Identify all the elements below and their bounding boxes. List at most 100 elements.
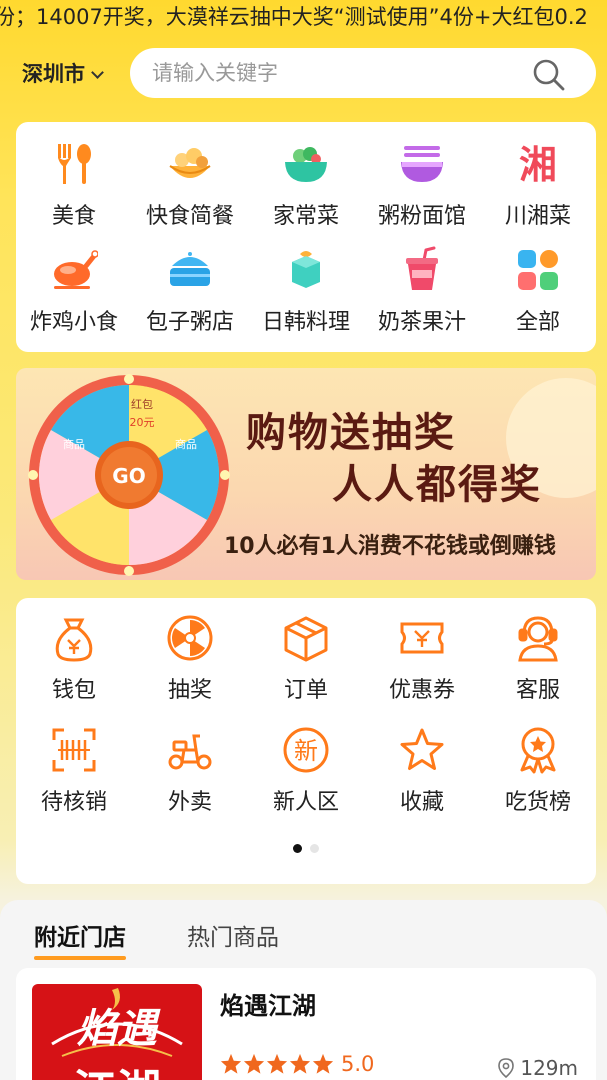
services-row-2: 待核销 外卖 新 新人区 收藏 吃货榜 bbox=[16, 726, 596, 816]
category-noodles[interactable]: 粥粉面馆 bbox=[364, 140, 480, 230]
store-distance: 129m bbox=[498, 1056, 578, 1080]
box-icon bbox=[284, 616, 328, 662]
category-milk-tea[interactable]: 奶茶果汁 bbox=[364, 246, 480, 336]
service-favorites[interactable]: 收藏 bbox=[364, 726, 480, 816]
wheel-go-label: GO bbox=[112, 464, 145, 488]
service-orders[interactable]: 订单 bbox=[248, 614, 364, 704]
scooter-icon bbox=[168, 734, 212, 770]
star-icon bbox=[220, 1053, 242, 1074]
svg-text:商品: 商品 bbox=[63, 437, 85, 451]
service-label: 钱包 bbox=[51, 678, 96, 703]
xiang-character-icon: 湘 bbox=[519, 143, 557, 187]
category-bun-congee[interactable]: 包子粥店 bbox=[132, 246, 248, 336]
service-label: 待核销 bbox=[40, 790, 107, 815]
city-selector[interactable]: 深圳市 bbox=[22, 58, 104, 88]
category-label: 粥粉面馆 bbox=[377, 204, 466, 229]
tab-hot-products[interactable]: 热门商品 bbox=[187, 918, 279, 952]
svg-text:江湖: 江湖 bbox=[73, 1066, 161, 1080]
location-pin-icon bbox=[498, 1058, 515, 1078]
svg-text:新: 新 bbox=[294, 737, 318, 765]
distance-value: 129m bbox=[520, 1056, 578, 1080]
svg-text:红包: 红包 bbox=[131, 398, 153, 411]
city-label: 深圳市 bbox=[22, 62, 85, 86]
headset-icon bbox=[518, 616, 558, 662]
store-card[interactable]: 焰遇 江湖 焰遇江湖 5.0 129m bbox=[16, 968, 596, 1080]
page-dot-active[interactable] bbox=[293, 844, 302, 853]
category-sichuan-hunan[interactable]: 湘 川湘菜 bbox=[480, 140, 596, 230]
service-label: 外卖 bbox=[167, 790, 212, 815]
category-row-1: 美食 快食简餐 家常菜 粥粉面馆 湘 川湘菜 bbox=[16, 140, 596, 230]
service-label: 吃货榜 bbox=[504, 790, 571, 815]
services-card: 钱包 抽奖 订单 优惠券 客服 待核销 外卖 新 新人区 收藏 吃货榜 bbox=[16, 598, 596, 884]
chevron-down-icon bbox=[91, 66, 104, 79]
service-foodie-ranking[interactable]: 吃货榜 bbox=[480, 726, 596, 816]
category-row-2: 炸鸡小食 包子粥店 日韩料理 奶茶果汁 全部 bbox=[16, 246, 596, 336]
service-label: 收藏 bbox=[399, 790, 444, 815]
svg-text:湘: 湘 bbox=[519, 143, 557, 187]
roast-chicken-icon bbox=[54, 250, 98, 289]
service-label: 抽奖 bbox=[167, 678, 212, 703]
svg-text:商品: 商品 bbox=[175, 437, 197, 451]
category-label: 奶茶果汁 bbox=[377, 310, 466, 335]
search-bar: 深圳市 bbox=[0, 48, 607, 100]
ranking-medal-icon bbox=[520, 727, 556, 774]
page-indicator bbox=[16, 844, 596, 853]
banner-subtitle: 10人必有1人消费不花钱或倒赚钱 bbox=[224, 534, 556, 559]
services-row-1: 钱包 抽奖 订单 优惠券 客服 bbox=[16, 614, 596, 704]
service-label: 新人区 bbox=[272, 790, 339, 815]
category-label: 炸鸡小食 bbox=[29, 310, 118, 335]
star-icon bbox=[312, 1053, 334, 1074]
category-label: 家常菜 bbox=[272, 204, 339, 229]
service-label: 优惠券 bbox=[388, 678, 455, 703]
lottery-banner[interactable]: GO 红包 20元 商品 商品 购物送抽奖 人人都得奖 10人必有1人消费不花钱… bbox=[16, 368, 596, 580]
bread-basket-icon bbox=[169, 148, 211, 178]
category-label: 川湘菜 bbox=[504, 204, 571, 229]
category-homestyle[interactable]: 家常菜 bbox=[248, 140, 364, 230]
star-outline-icon bbox=[400, 728, 444, 770]
prize-wheel-graphic: GO 红包 20元 商品 商品 bbox=[28, 374, 230, 576]
service-pending-verify[interactable]: 待核销 bbox=[16, 726, 132, 816]
star-icon bbox=[289, 1053, 311, 1074]
rating-value: 5.0 bbox=[341, 1052, 375, 1076]
service-label: 订单 bbox=[283, 678, 328, 703]
category-label: 快食简餐 bbox=[145, 204, 234, 229]
announcement-marquee: 份；14007开奖，大漠祥云抽中大奖“测试使用”4份+大红包0.2 bbox=[0, 0, 607, 34]
search-box[interactable] bbox=[130, 48, 596, 98]
prize-wheel-icon bbox=[167, 615, 213, 661]
category-food[interactable]: 美食 bbox=[16, 140, 132, 230]
svg-text:20元: 20元 bbox=[130, 416, 155, 429]
star-icon bbox=[266, 1053, 288, 1074]
fork-spoon-icon bbox=[58, 144, 91, 184]
store-rating: 5.0 bbox=[220, 1052, 374, 1076]
sushi-icon bbox=[292, 251, 320, 288]
banner-title-1: 购物送抽奖 bbox=[246, 410, 456, 456]
noodle-bowl-icon bbox=[401, 146, 443, 182]
tab-nearby-stores[interactable]: 附近门店 bbox=[34, 918, 126, 960]
category-label: 全部 bbox=[515, 310, 560, 335]
search-input[interactable] bbox=[152, 58, 512, 88]
announcement-text: 份；14007开奖，大漠祥云抽中大奖“测试使用”4份+大红包0.2 bbox=[0, 5, 588, 29]
service-label: 客服 bbox=[515, 678, 560, 703]
milk-tea-icon bbox=[406, 246, 438, 290]
service-wallet[interactable]: 钱包 bbox=[16, 614, 132, 704]
all-grid-icon bbox=[518, 250, 558, 290]
page-dot[interactable] bbox=[310, 844, 319, 853]
category-card: 美食 快食简餐 家常菜 粥粉面馆 湘 川湘菜 炸鸡小食 包子粥店 日韩料理 奶茶… bbox=[16, 122, 596, 352]
star-icon bbox=[243, 1053, 265, 1074]
store-logo: 焰遇 江湖 bbox=[32, 984, 202, 1080]
search-icon[interactable] bbox=[532, 58, 566, 92]
service-newcomer-zone[interactable]: 新 新人区 bbox=[248, 726, 364, 816]
service-lottery[interactable]: 抽奖 bbox=[132, 614, 248, 704]
salad-bowl-icon bbox=[285, 147, 327, 182]
service-delivery[interactable]: 外卖 bbox=[132, 726, 248, 816]
category-japanese-korean[interactable]: 日韩料理 bbox=[248, 246, 364, 336]
steamer-icon bbox=[170, 252, 210, 286]
service-coupons[interactable]: 优惠券 bbox=[364, 614, 480, 704]
category-fastfood[interactable]: 快食简餐 bbox=[132, 140, 248, 230]
category-fried-chicken[interactable]: 炸鸡小食 bbox=[16, 246, 132, 336]
banner-title-2: 人人都得奖 bbox=[332, 462, 542, 508]
service-customer-service[interactable]: 客服 bbox=[480, 614, 596, 704]
money-bag-icon bbox=[55, 618, 93, 662]
category-all[interactable]: 全部 bbox=[480, 246, 596, 336]
category-label: 包子粥店 bbox=[145, 310, 234, 335]
